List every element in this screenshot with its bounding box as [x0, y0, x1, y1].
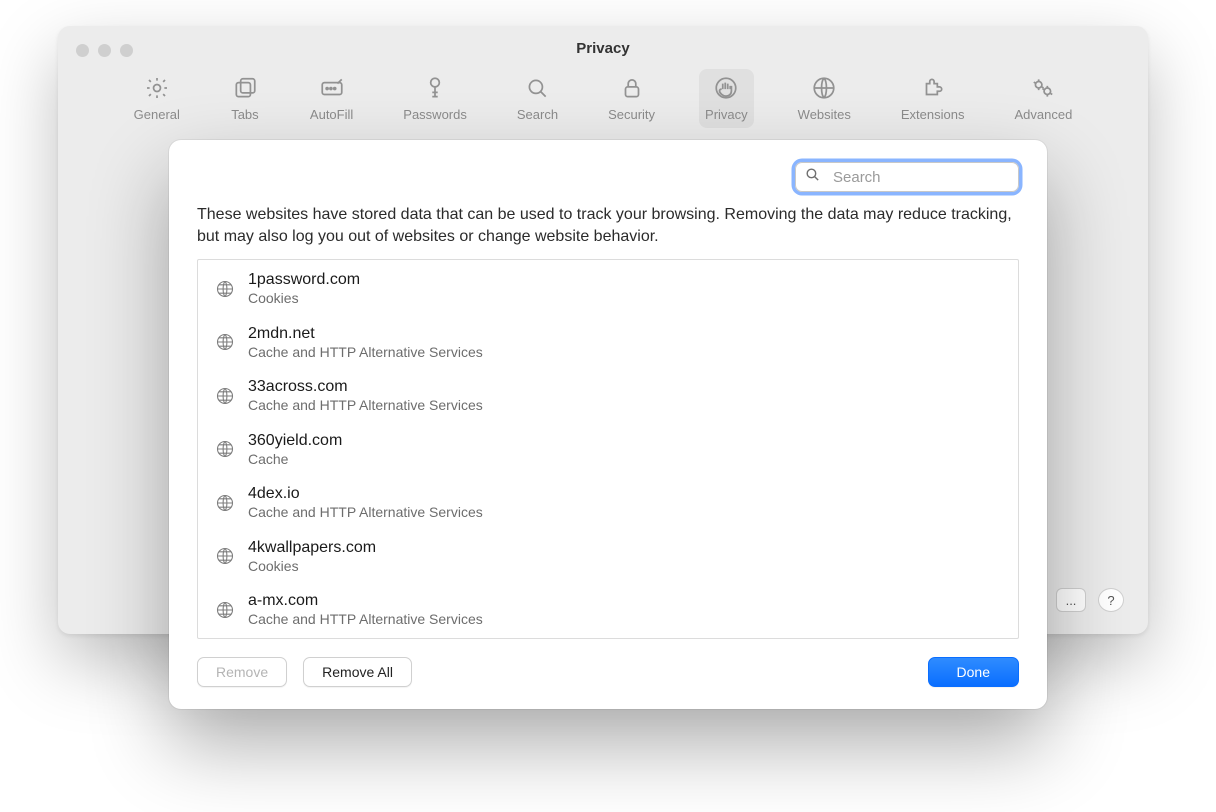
- site-meta: Cookies: [248, 290, 360, 308]
- search-icon: [804, 166, 821, 188]
- tab-websites[interactable]: Websites: [792, 69, 857, 128]
- close-window-button[interactable]: [76, 44, 89, 57]
- site-domain: 4kwallpapers.com: [248, 538, 376, 558]
- gear-icon: [142, 73, 172, 103]
- globe-icon: [214, 438, 236, 460]
- site-meta: Cookies: [248, 558, 376, 576]
- website-data-list[interactable]: 1password.comCookies2mdn.netCache and HT…: [197, 259, 1019, 639]
- globe-icon: [809, 73, 839, 103]
- tab-label: Privacy: [705, 107, 748, 122]
- site-row[interactable]: 360yield.comCache: [198, 425, 1018, 479]
- tab-label: AutoFill: [310, 107, 353, 122]
- search-icon: [522, 73, 552, 103]
- tab-search[interactable]: Search: [511, 69, 564, 128]
- site-row[interactable]: 33across.comCache and HTTP Alternative S…: [198, 371, 1018, 425]
- minimize-window-button[interactable]: [98, 44, 111, 57]
- tab-extensions[interactable]: Extensions: [895, 69, 971, 128]
- done-button[interactable]: Done: [928, 657, 1019, 687]
- site-text: 360yield.comCache: [248, 431, 342, 469]
- site-text: 2mdn.netCache and HTTP Alternative Servi…: [248, 324, 483, 362]
- hand-icon: [711, 73, 741, 103]
- tab-label: Search: [517, 107, 558, 122]
- site-row[interactable]: 4dex.ioCache and HTTP Alternative Servic…: [198, 478, 1018, 532]
- help-button[interactable]: ?: [1098, 588, 1124, 612]
- tab-label: Websites: [798, 107, 851, 122]
- site-text: 33across.comCache and HTTP Alternative S…: [248, 377, 483, 415]
- tab-general[interactable]: General: [128, 69, 186, 128]
- background-action-buttons: ... ?: [1056, 588, 1124, 612]
- tab-advanced[interactable]: Advanced: [1008, 69, 1078, 128]
- key-icon: [420, 73, 450, 103]
- remove-all-button[interactable]: Remove All: [303, 657, 412, 687]
- site-meta: Cache: [248, 451, 342, 469]
- search-input[interactable]: [833, 169, 1032, 186]
- globe-icon: [214, 545, 236, 567]
- site-row[interactable]: a-mx.comCache and HTTP Alternative Servi…: [198, 585, 1018, 639]
- site-meta: Cache and HTTP Alternative Services: [248, 344, 483, 362]
- gears-icon: [1028, 73, 1058, 103]
- globe-icon: [214, 278, 236, 300]
- window-title: Privacy: [58, 26, 1148, 57]
- sheet-description: These websites have stored data that can…: [197, 204, 1019, 247]
- site-domain: 4dex.io: [248, 484, 483, 504]
- tab-label: General: [134, 107, 180, 122]
- site-meta: Cache and HTTP Alternative Services: [248, 504, 483, 522]
- autofill-icon: [317, 73, 347, 103]
- site-domain: 2mdn.net: [248, 324, 483, 344]
- tab-tabs[interactable]: Tabs: [224, 69, 266, 128]
- tab-privacy[interactable]: Privacy: [699, 69, 754, 128]
- tab-autofill[interactable]: AutoFill: [304, 69, 359, 128]
- tab-label: Tabs: [231, 107, 258, 122]
- site-domain: 1password.com: [248, 270, 360, 290]
- site-row[interactable]: 2mdn.netCache and HTTP Alternative Servi…: [198, 318, 1018, 372]
- traffic-lights: [76, 44, 133, 57]
- globe-icon: [214, 599, 236, 621]
- site-domain: 33across.com: [248, 377, 483, 397]
- lock-icon: [617, 73, 647, 103]
- site-meta: Cache and HTTP Alternative Services: [248, 611, 483, 629]
- remove-button[interactable]: Remove: [197, 657, 287, 687]
- site-row[interactable]: 1password.comCookies: [198, 264, 1018, 318]
- tab-label: Advanced: [1014, 107, 1072, 122]
- tabs-icon: [230, 73, 260, 103]
- tab-label: Security: [608, 107, 655, 122]
- site-text: 1password.comCookies: [248, 270, 360, 308]
- globe-icon: [214, 492, 236, 514]
- search-field-wrapper[interactable]: [795, 162, 1019, 192]
- globe-icon: [214, 385, 236, 407]
- site-text: 4dex.ioCache and HTTP Alternative Servic…: [248, 484, 483, 522]
- site-text: a-mx.comCache and HTTP Alternative Servi…: [248, 591, 483, 629]
- preferences-toolbar: General Tabs AutoFill Passwords Search S…: [58, 69, 1148, 128]
- site-row[interactable]: 4kwallpapers.comCookies: [198, 532, 1018, 586]
- puzzle-icon: [918, 73, 948, 103]
- manage-website-data-sheet: These websites have stored data that can…: [169, 140, 1047, 709]
- site-domain: 360yield.com: [248, 431, 342, 451]
- globe-icon: [214, 331, 236, 353]
- site-text: 4kwallpapers.comCookies: [248, 538, 376, 576]
- details-button[interactable]: ...: [1056, 588, 1086, 612]
- tab-passwords[interactable]: Passwords: [397, 69, 473, 128]
- zoom-window-button[interactable]: [120, 44, 133, 57]
- site-domain: a-mx.com: [248, 591, 483, 611]
- tab-security[interactable]: Security: [602, 69, 661, 128]
- tab-label: Passwords: [403, 107, 467, 122]
- tab-label: Extensions: [901, 107, 965, 122]
- site-meta: Cache and HTTP Alternative Services: [248, 397, 483, 415]
